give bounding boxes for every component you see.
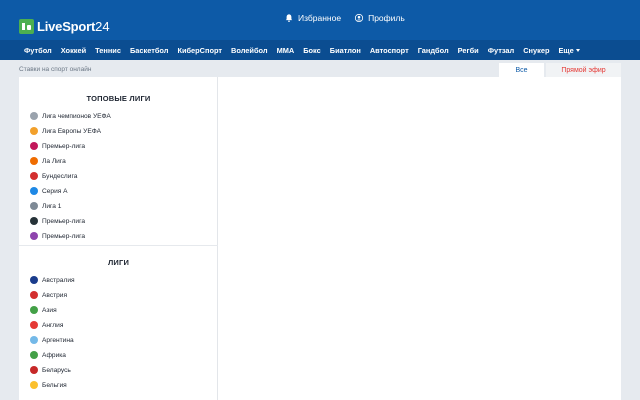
logo-icon bbox=[19, 19, 34, 34]
nav-rugby[interactable]: Регби bbox=[458, 46, 479, 55]
league-label: Бельгия bbox=[42, 381, 67, 389]
flag-australia-icon bbox=[30, 276, 38, 284]
league-label: Беларусь bbox=[42, 366, 71, 374]
league-item[interactable]: Бельгия bbox=[30, 379, 67, 391]
top-leagues-title: ТОПОВЫЕ ЛИГИ bbox=[86, 94, 151, 103]
logo-text: LiveSport bbox=[37, 19, 96, 34]
tab-live[interactable]: Прямой эфир bbox=[546, 63, 621, 78]
premier-league-icon bbox=[30, 142, 38, 150]
flag-austria-icon bbox=[30, 291, 38, 299]
breadcrumb: Ставки на спорт онлайн bbox=[19, 66, 92, 73]
league-label: Аргентина bbox=[42, 336, 74, 344]
nav-futsal[interactable]: Футзал bbox=[488, 46, 515, 55]
favorites-label: Избранное bbox=[298, 13, 342, 23]
favorites-link[interactable]: Избранное bbox=[285, 13, 341, 23]
main-content: ТОПОВЫЕ ЛИГИ Лига чемпионов УЕФА Лига Евр… bbox=[19, 77, 621, 400]
nav-more-dropdown[interactable]: Еще bbox=[558, 45, 580, 55]
league-item[interactable]: Англия bbox=[30, 319, 63, 331]
league-sidebar: ТОПОВЫЕ ЛИГИ Лига чемпионов УЕФА Лига Евр… bbox=[19, 77, 218, 400]
league-label: Азия bbox=[42, 306, 57, 314]
premier-league-alt-icon bbox=[30, 232, 38, 240]
nav-motorsport[interactable]: Автоспорт bbox=[370, 46, 409, 55]
league-item[interactable]: Африка bbox=[30, 349, 66, 361]
profile-link[interactable]: Профиль bbox=[355, 13, 405, 23]
league-label: Бундеслига bbox=[42, 172, 78, 180]
league-label: Лига 1 bbox=[42, 202, 62, 210]
league-item[interactable]: Лига Европы УЕФА bbox=[30, 125, 101, 137]
league-item[interactable]: Беларусь bbox=[30, 364, 71, 376]
league-label: Ла Лига bbox=[42, 157, 66, 165]
la-liga-icon bbox=[30, 157, 38, 165]
league-label: Серия А bbox=[42, 187, 68, 195]
league-item[interactable]: Премьер-лига bbox=[30, 215, 85, 227]
ucl-star-icon bbox=[30, 112, 38, 120]
flag-argentina-icon bbox=[30, 336, 38, 344]
league-item[interactable]: Серия А bbox=[30, 185, 68, 197]
league-item[interactable]: Азия bbox=[30, 304, 57, 316]
app-header: LiveSport 24 Избранное Профиль bbox=[0, 0, 640, 40]
site-logo[interactable]: LiveSport 24 bbox=[19, 19, 110, 34]
league-item[interactable]: Лига 1 bbox=[30, 200, 61, 212]
league-item[interactable]: Ла Лига bbox=[30, 155, 66, 167]
serie-a-icon bbox=[30, 187, 38, 195]
chevron-down-icon bbox=[575, 49, 580, 52]
leagues-title: ЛИГИ bbox=[107, 258, 130, 267]
league-item[interactable]: Бундеслига bbox=[30, 170, 77, 182]
user-links: Избранное Профиль bbox=[285, 13, 405, 23]
sports-nav: Футбол Хоккей Теннис Баскетбол КиберСпор… bbox=[0, 40, 640, 60]
ligue-1-icon bbox=[30, 202, 38, 210]
asia-icon bbox=[30, 306, 38, 314]
nav-more-label: Еще bbox=[558, 45, 574, 55]
league-label: Африка bbox=[42, 351, 66, 359]
league-item[interactable]: Премьер-лига bbox=[30, 140, 85, 152]
nav-football[interactable]: Футбол bbox=[24, 46, 52, 55]
bundesliga-icon bbox=[30, 172, 38, 180]
nav-boxing[interactable]: Бокс bbox=[303, 46, 321, 55]
nav-basketball[interactable]: Баскетбол bbox=[130, 46, 168, 55]
league-item[interactable]: Австралия bbox=[30, 274, 75, 286]
section-divider bbox=[19, 245, 218, 246]
nav-biathlon[interactable]: Биатлон bbox=[330, 46, 361, 55]
sub-bar: Ставки на спорт онлайн Все Прямой эфир bbox=[19, 62, 621, 78]
bell-icon bbox=[285, 14, 293, 22]
league-item[interactable]: Аргентина bbox=[30, 334, 74, 346]
league-label: Премьер-лига bbox=[42, 232, 86, 240]
league-label: Лига чемпионов УЕФА bbox=[42, 112, 111, 120]
nav-tennis[interactable]: Теннис bbox=[95, 46, 121, 55]
league-item[interactable]: Лига чемпионов УЕФА bbox=[30, 110, 111, 122]
profile-label: Профиль bbox=[368, 13, 405, 23]
league-label: Австралия bbox=[42, 276, 75, 284]
rpl-icon bbox=[30, 217, 38, 225]
flag-england-icon bbox=[30, 321, 38, 329]
logo-number: 24 bbox=[95, 19, 110, 34]
league-label: Лига Европы УЕФА bbox=[42, 127, 101, 135]
nav-handball[interactable]: Гандбол bbox=[418, 46, 449, 55]
flag-belarus-icon bbox=[30, 366, 38, 374]
league-label: Англия bbox=[42, 321, 64, 329]
nav-snooker[interactable]: Снукер bbox=[523, 46, 549, 55]
nav-volleyball[interactable]: Волейбол bbox=[231, 46, 268, 55]
africa-icon bbox=[30, 351, 38, 359]
league-label: Премьер-лига bbox=[42, 217, 86, 225]
nav-mma[interactable]: ММА bbox=[277, 46, 295, 55]
uel-trophy-icon bbox=[30, 127, 38, 135]
league-item[interactable]: Премьер-лига bbox=[30, 230, 85, 242]
flag-belgium-icon bbox=[30, 381, 38, 389]
profile-icon bbox=[355, 14, 364, 22]
league-item[interactable]: Австрия bbox=[30, 289, 67, 301]
league-label: Премьер-лига bbox=[42, 142, 86, 150]
league-label: Австрия bbox=[42, 291, 68, 299]
tab-all[interactable]: Все bbox=[499, 63, 544, 78]
nav-esports[interactable]: КиберСпорт bbox=[177, 46, 222, 55]
nav-hockey[interactable]: Хоккей bbox=[61, 46, 86, 55]
